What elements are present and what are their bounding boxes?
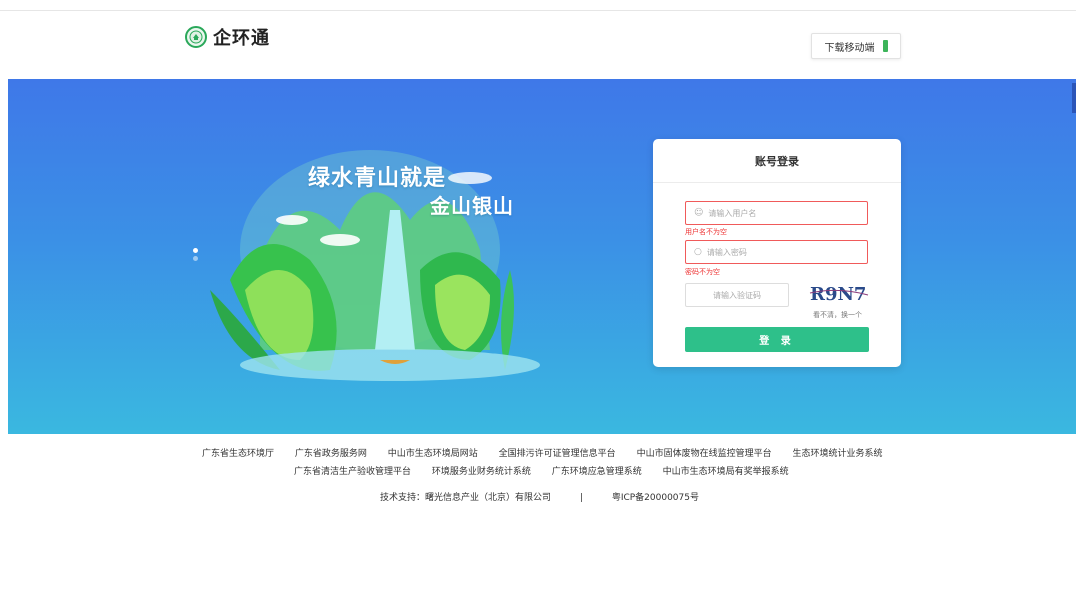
footer-link[interactable]: 中山市固体废物在线监控管理平台: [637, 449, 772, 459]
footer-link[interactable]: 广东环境应急管理系统: [552, 467, 642, 477]
captcha-text: R9N7: [810, 284, 866, 305]
phone-icon: [882, 40, 888, 52]
banner-scroll-edge: [1072, 83, 1076, 113]
password-placeholder: 请输入密码: [706, 247, 747, 257]
emblem-icon: [185, 26, 207, 48]
captcha-refresh-link[interactable]: 看不清，换一个: [813, 310, 862, 320]
download-mobile-button[interactable]: 下载移动端: [811, 33, 901, 59]
header: [0, 11, 1076, 79]
footer-link[interactable]: 生态环境统计业务系统: [792, 449, 882, 459]
icp-number[interactable]: 粤ICP备20000075号: [612, 493, 699, 503]
footer-separator: |: [579, 493, 583, 503]
tech-support: 技术支持：曙光信息产业（北京）有限公司: [380, 493, 552, 503]
username-placeholder: 请输入用户名: [708, 208, 757, 218]
footer-links-row-2: 广东省清洁生产验收管理平台 环境服务业财务统计系统 广东环境应急管理系统 中山市…: [294, 464, 807, 477]
login-button[interactable]: 登 录: [685, 327, 869, 352]
captcha-input[interactable]: 请输入验证码: [685, 283, 789, 307]
download-label: 下载移动端: [824, 42, 875, 54]
footer-link[interactable]: 中山市生态环境局网站: [388, 449, 478, 459]
slogan-line-2: 金山银山: [430, 194, 514, 218]
footer-link[interactable]: 中山市生态环境局有奖举报系统: [663, 467, 789, 477]
footer-links-row-1: 广东省生态环境厅 广东省政务服务网 中山市生态环境局网站 全国排污许可证管理信息…: [202, 446, 900, 459]
user-icon: ☺: [694, 208, 704, 218]
footer-link[interactable]: 环境服务业财务统计系统: [432, 467, 531, 477]
logo[interactable]: 企环通: [185, 24, 270, 50]
footer-link[interactable]: 广东省生态环境厅: [202, 449, 274, 459]
copyright-line: 技术支持：曙光信息产业（北京）有限公司 | 粤ICP备20000075号: [380, 490, 699, 503]
app-name: 企环通: [213, 28, 270, 49]
username-input[interactable]: ☺ 请输入用户名: [685, 201, 868, 225]
carousel-dot[interactable]: [193, 256, 198, 261]
footer-link[interactable]: 全国排污许可证管理信息平台: [499, 449, 616, 459]
slogan-line-1: 绿水青山就是: [308, 166, 447, 191]
lock-icon: ○: [694, 247, 702, 257]
footer-link[interactable]: 广东省清洁生产验收管理平台: [294, 467, 411, 477]
carousel-indicator[interactable]: [193, 248, 198, 264]
password-input[interactable]: ○ 请输入密码: [685, 240, 868, 264]
footer-link[interactable]: 广东省政务服务网: [295, 449, 367, 459]
captcha-image[interactable]: R9N7: [808, 281, 870, 305]
username-error: 用户名不为空: [685, 228, 727, 236]
login-card: 账号登录 ☺ 请输入用户名 用户名不为空 ○ 请输入密码 密码不为空 请输入验证…: [653, 139, 901, 367]
password-error: 密码不为空: [685, 268, 720, 276]
login-title: 账号登录: [653, 139, 901, 183]
captcha-placeholder: 请输入验证码: [713, 290, 761, 300]
carousel-dot-active[interactable]: [193, 248, 198, 253]
